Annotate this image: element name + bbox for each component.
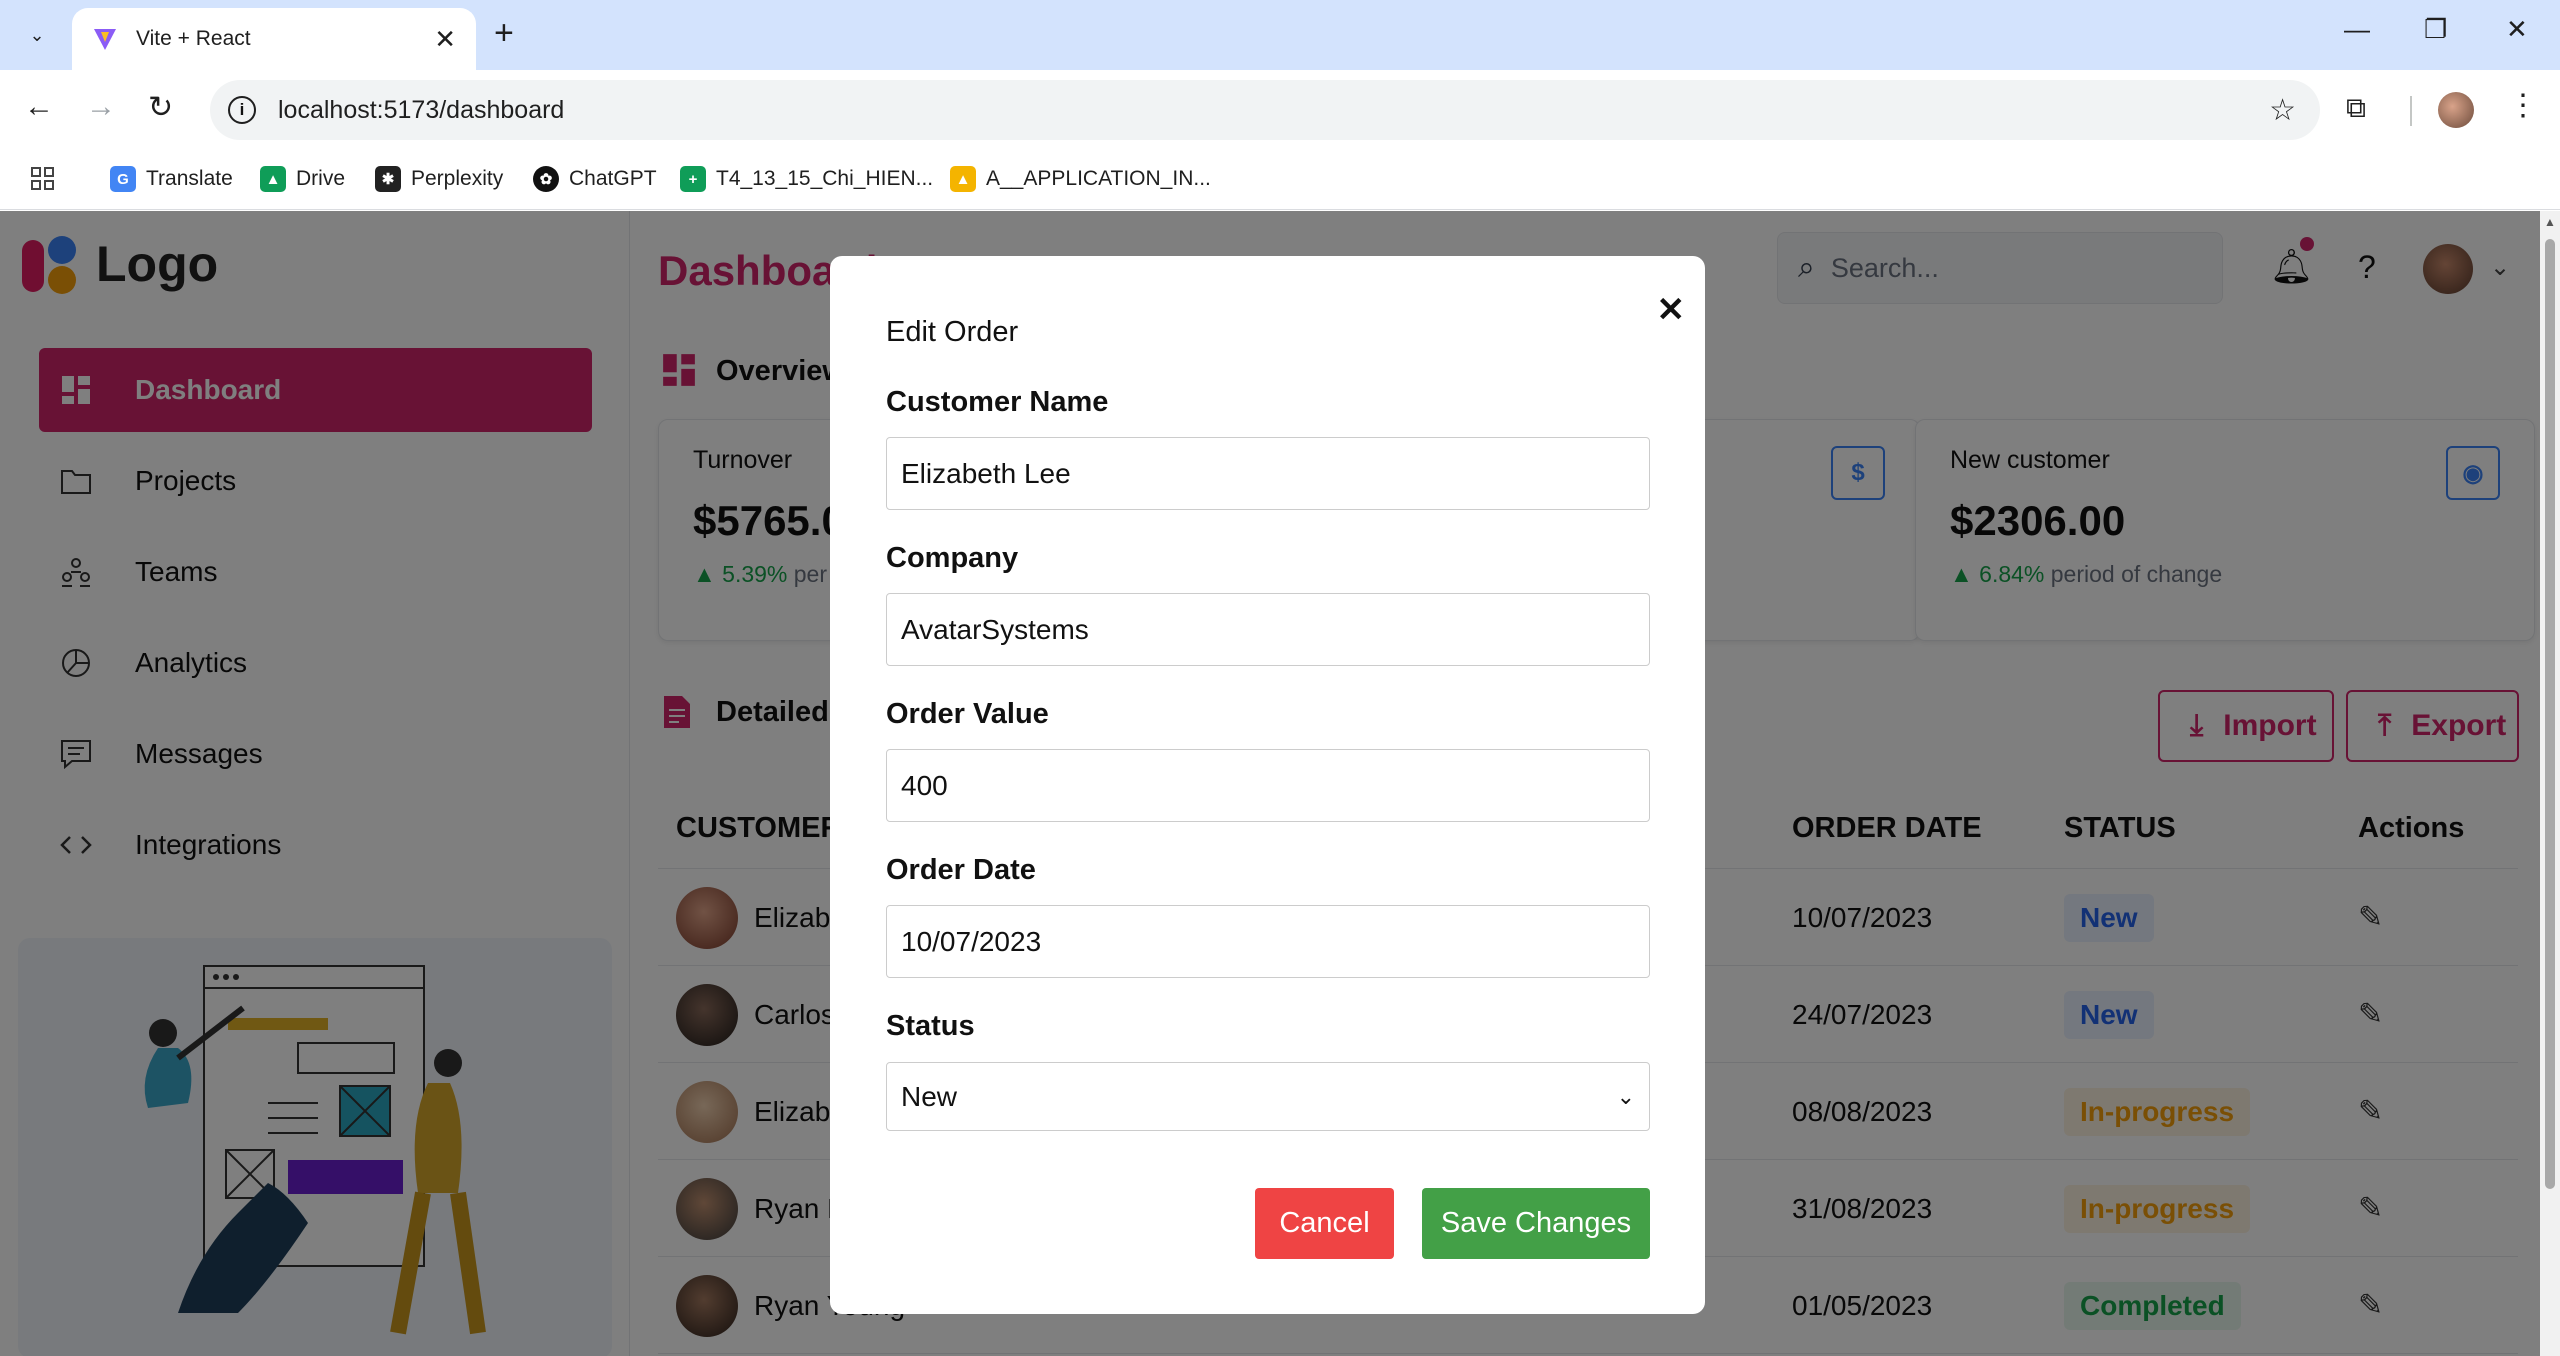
site-info-icon[interactable]: i (228, 96, 256, 124)
bookmark-translate[interactable]: G Translate (110, 166, 233, 192)
status-label: Status (886, 1010, 975, 1042)
edit-order-modal: ✕ Edit Order Customer Name Company Order… (830, 256, 1705, 1314)
order-value-field[interactable] (886, 749, 1650, 822)
bookmark-star-icon[interactable]: ☆ (2269, 93, 2296, 128)
bookmark-label: Perplexity (411, 167, 504, 190)
new-tab-button[interactable]: + (494, 14, 514, 53)
bookmark-drive[interactable]: ▲ Drive (260, 166, 345, 192)
order-date-label: Order Date (886, 854, 1036, 886)
bookmark-label: ChatGPT (569, 167, 657, 190)
drive-icon: ▲ (260, 166, 286, 192)
vite-favicon-icon (94, 29, 116, 50)
translate-icon: G (110, 166, 136, 192)
sheets-icon: + (680, 166, 706, 192)
chevron-down-icon: ⌄ (1616, 1083, 1635, 1109)
company-label: Company (886, 542, 1019, 574)
scrollbar-thumb[interactable] (2545, 239, 2555, 1189)
bookmark-label: Drive (296, 167, 346, 190)
minimize-icon[interactable]: — (2344, 14, 2370, 45)
back-icon[interactable]: ← (24, 90, 54, 124)
bookmark-label: A__APPLICATION_IN... (986, 167, 1211, 190)
browser-tab[interactable]: Vite + React ✕ (72, 8, 476, 70)
reload-icon[interactable]: ↻ (148, 90, 173, 125)
bookmark-perplexity[interactable]: ✱ Perplexity (375, 166, 503, 192)
bookmark-sheet[interactable]: + T4_13_15_Chi_HIEN... (680, 166, 933, 192)
scroll-up-icon[interactable]: ▲ (2544, 215, 2556, 229)
tab-search-button[interactable]: ⌄ (18, 16, 56, 54)
cancel-button[interactable]: Cancel (1255, 1188, 1394, 1259)
company-field[interactable] (886, 593, 1650, 666)
tab-close-icon[interactable]: ✕ (434, 24, 456, 55)
bookmark-application[interactable]: ▲ A__APPLICATION_IN... (950, 166, 1211, 192)
apps-grid-icon[interactable] (30, 166, 56, 192)
browser-tabstrip: ⌄ Vite + React ✕ + — ❐ ✕ (0, 0, 2560, 70)
restore-icon[interactable]: ❐ (2424, 14, 2447, 45)
bookmark-label: Translate (146, 167, 233, 190)
toolbar-divider (2410, 96, 2412, 126)
customer-name-label: Customer Name (886, 386, 1109, 418)
bookmark-label: T4_13_15_Chi_HIEN... (716, 167, 934, 190)
close-icon[interactable]: ✕ (1657, 290, 1686, 330)
tab-title: Vite + React (136, 27, 251, 50)
address-bar[interactable]: i localhost:5173/dashboard ☆ (210, 80, 2320, 140)
save-changes-button[interactable]: Save Changes (1422, 1188, 1650, 1259)
url-text[interactable]: localhost:5173/dashboard (278, 96, 2269, 125)
customer-name-field[interactable] (886, 437, 1650, 510)
forward-icon[interactable]: → (86, 90, 116, 124)
bookmark-chatgpt[interactable]: ✿ ChatGPT (533, 166, 657, 192)
chatgpt-icon: ✿ (533, 166, 559, 192)
profile-avatar[interactable] (2438, 92, 2474, 128)
order-value-label: Order Value (886, 698, 1049, 730)
bookmarks-bar: G Translate ▲ Drive ✱ Perplexity ✿ ChatG… (0, 150, 2560, 210)
perplexity-icon: ✱ (375, 166, 401, 192)
order-date-field[interactable] (886, 905, 1650, 978)
extensions-icon[interactable]: ⧉ (2346, 92, 2366, 125)
browser-menu-icon[interactable]: ⋮ (2508, 88, 2538, 123)
drive-icon: ▲ (950, 166, 976, 192)
modal-title: Edit Order (886, 316, 1019, 348)
status-selected-value: New (901, 1080, 958, 1112)
status-select[interactable]: New ⌄ (886, 1062, 1650, 1131)
browser-toolbar: ← → ↻ i localhost:5173/dashboard ☆ ⧉ ⋮ (0, 70, 2560, 150)
close-window-icon[interactable]: ✕ (2506, 14, 2528, 45)
page-scrollbar[interactable]: ▲ (2540, 211, 2560, 1356)
